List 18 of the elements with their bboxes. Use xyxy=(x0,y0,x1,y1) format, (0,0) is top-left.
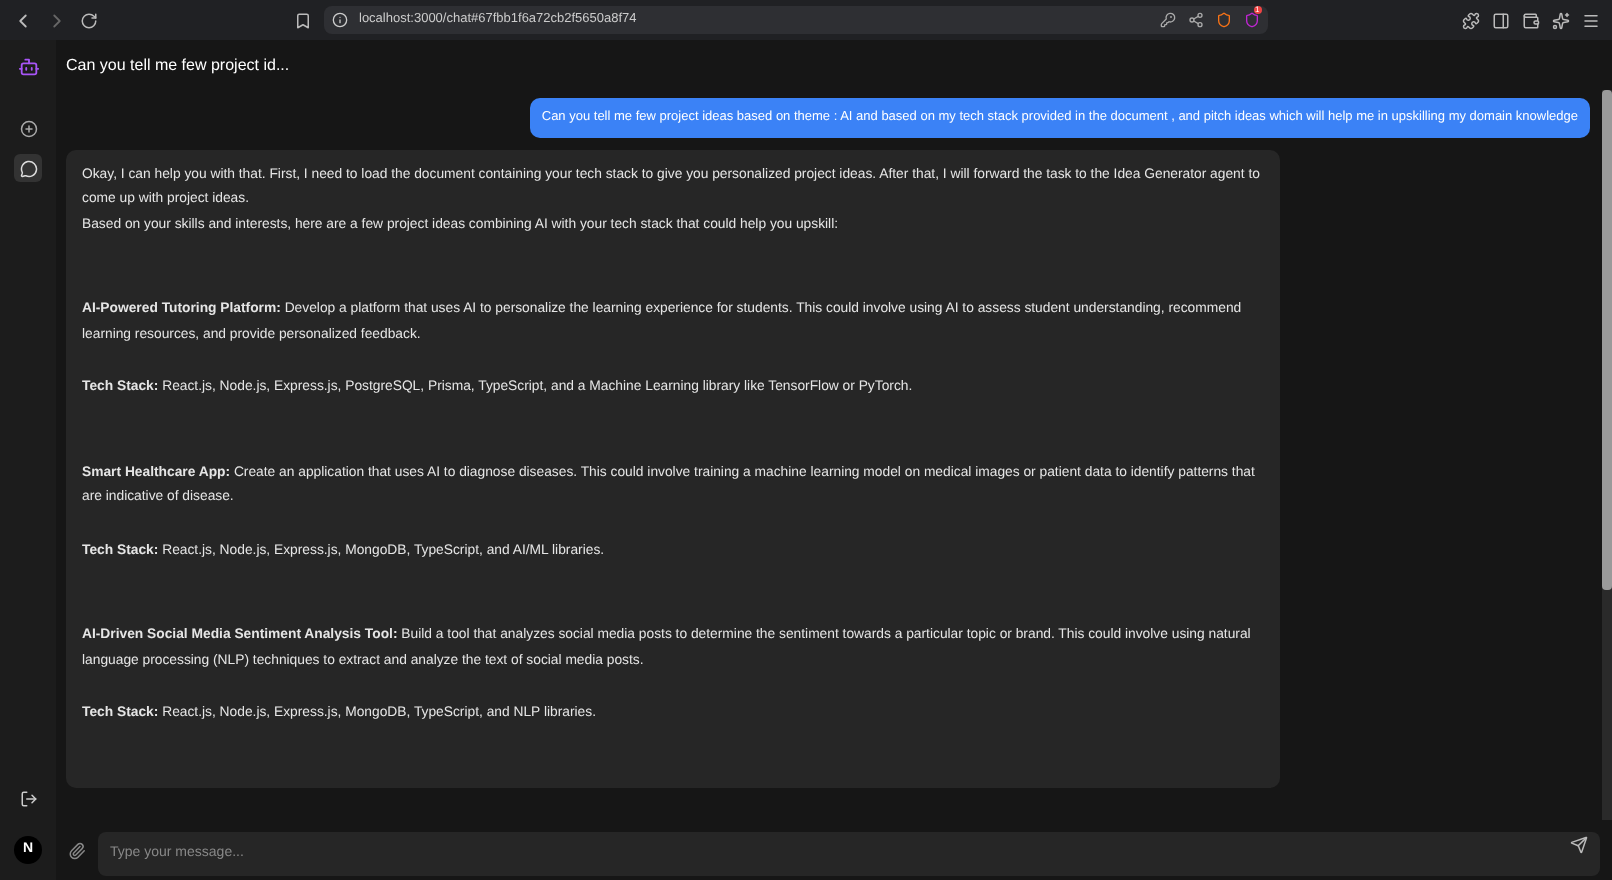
sparkles-icon xyxy=(1552,11,1570,29)
chat-title: Can you tell me few project id... xyxy=(66,53,290,77)
send-icon[interactable] xyxy=(1570,836,1588,855)
reload-button[interactable] xyxy=(80,11,98,29)
logout-button[interactable] xyxy=(19,790,37,808)
menu-icon xyxy=(1582,11,1600,29)
puzzle-icon xyxy=(1462,11,1480,29)
sidebar-item[interactable] xyxy=(14,154,42,182)
info-icon xyxy=(331,12,347,28)
shield-icon xyxy=(1215,12,1231,28)
share-icon xyxy=(1187,12,1203,28)
rewards-icon xyxy=(1243,12,1259,28)
bookmark-button[interactable] xyxy=(293,11,311,29)
attach-icon xyxy=(68,841,86,859)
robot-icon xyxy=(17,56,39,78)
key-icon xyxy=(1159,12,1175,28)
wallet-icon xyxy=(1522,11,1540,29)
sidebar-toggle-icon xyxy=(1492,11,1510,29)
